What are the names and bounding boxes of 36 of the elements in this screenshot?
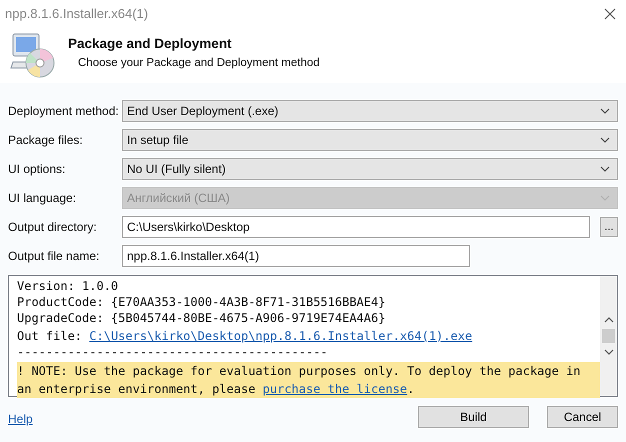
dialog-subtitle: Choose your Package and Deployment method <box>77 56 320 68</box>
computer-disc-icon <box>10 32 56 78</box>
dropdown[interactable]: In setup file <box>122 129 618 151</box>
output-file-link[interactable]: C:\Users\kirko\Desktop\npp.8.1.6.Installer.x64(1).exe <box>89 329 472 343</box>
evaluation-note: ! NOTE: Use the package for evaluation purposes only. To deploy the package in an enterprise environment, please purchase the license. <box>17 362 600 398</box>
field-label: Output file name: <box>8 249 100 263</box>
log-line: UpgradeCode: {5B045744-80BE-4675-A906-9719E74EA4A6} <box>17 310 386 326</box>
dialog-button[interactable]: Cancel <box>547 406 618 428</box>
log-separator: ------------------------------------------- <box>17 344 329 360</box>
scroll-up-icon[interactable] <box>604 317 614 323</box>
window-title: npp.8.1.6.Installer.x64(1) <box>5 6 148 21</box>
log-line: Version: 1.0.0 <box>17 278 120 294</box>
scroll-thumb[interactable] <box>602 329 615 343</box>
log-line: ProductCode: {E70AA353-1000-4A3B-8F71-31B5516BBAE4} <box>17 294 386 310</box>
browse-button[interactable]: ... <box>600 217 618 237</box>
field-label: UI options: <box>8 162 66 176</box>
field-label: Package files: <box>8 133 84 147</box>
chevron-down-icon <box>600 166 610 172</box>
field-label: Deployment method: <box>8 104 120 118</box>
dropdown[interactable]: No UI (Fully silent) <box>122 158 618 180</box>
field-label: Output directory: <box>8 220 98 234</box>
chevron-down-icon <box>600 108 610 114</box>
purchase-license-link[interactable]: purchase the license <box>262 382 408 396</box>
dialog-heading: Package and Deployment <box>68 36 233 50</box>
close-icon[interactable] <box>604 8 616 20</box>
directory-field[interactable]: C:\Users\kirko\Desktop <box>122 216 590 238</box>
dropdown[interactable]: End User Deployment (.exe) <box>122 100 618 122</box>
log-label: Out file: <box>17 329 82 343</box>
file-name-field[interactable]: npp.8.1.6.Installer.x64(1) <box>122 245 470 267</box>
help-link[interactable]: Help <box>8 412 33 426</box>
chevron-down-icon <box>600 195 610 201</box>
chevron-down-icon <box>600 137 610 143</box>
scroll-down-icon[interactable] <box>604 349 614 355</box>
dialog-button[interactable]: Build <box>418 406 529 428</box>
scrollbar[interactable] <box>600 276 617 396</box>
field-label: UI language: <box>8 191 78 205</box>
